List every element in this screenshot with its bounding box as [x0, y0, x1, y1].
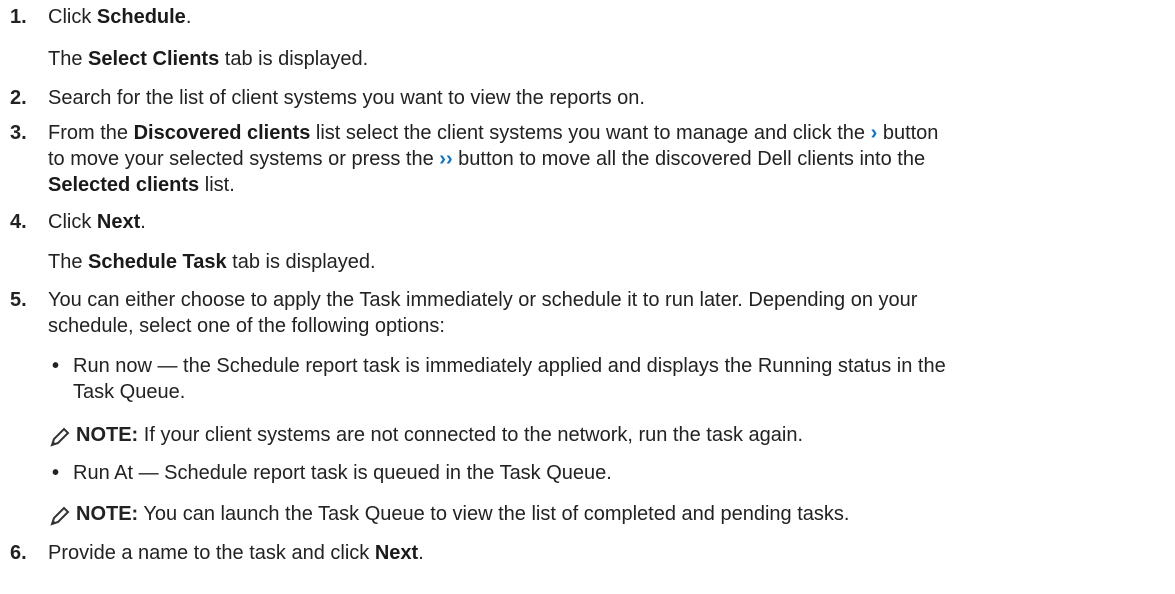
note: NOTE: If your client systems are not con…: [76, 423, 803, 447]
ui-term: Schedule Task: [88, 251, 227, 273]
step-number: 4.: [10, 211, 27, 233]
text: tab is displayed.: [226, 251, 376, 273]
step-text-continued: schedule, select one of the following op…: [48, 315, 445, 337]
ui-term: Selected clients: [48, 174, 200, 196]
step-number: 2.: [10, 87, 27, 109]
text: Click: [48, 211, 97, 233]
text: .: [418, 542, 424, 564]
step-number: 1.: [10, 6, 27, 28]
text: button to move all the discovered Dell c…: [452, 148, 926, 170]
ui-term: Schedule: [96, 6, 186, 28]
text: button: [877, 122, 939, 144]
text: Click: [48, 6, 97, 28]
step-number: 3.: [10, 122, 27, 144]
note-text: If your client systems are not connected…: [138, 424, 804, 446]
double-chevron-right-icon: ››: [439, 148, 453, 170]
step-number: 6.: [10, 542, 27, 564]
note-text: You can launch the Task Queue to view th…: [138, 503, 850, 525]
step-text-continued: Selected clients list.: [48, 173, 235, 197]
note: NOTE: You can launch the Task Queue to v…: [76, 502, 849, 526]
text: .: [185, 6, 192, 28]
note-label: NOTE:: [76, 424, 139, 446]
ui-term: Select Clients: [88, 48, 220, 70]
text: From the: [48, 122, 134, 144]
text: list.: [199, 174, 235, 196]
text: The: [48, 48, 89, 70]
text: The: [48, 251, 89, 273]
step-text: Click Next.: [48, 210, 146, 234]
pencil-note-icon: [50, 506, 70, 526]
note-label: NOTE:: [76, 503, 139, 525]
bullet: •: [52, 462, 60, 484]
ui-term: Next: [374, 542, 419, 564]
text: to move your selected systems or press t…: [48, 148, 440, 170]
option-run-at: Run At — Schedule report task is queued …: [73, 462, 612, 484]
step-text: From the Discovered clients list select …: [48, 121, 938, 145]
step-text: Click Schedule.: [48, 5, 191, 29]
step-number: 5.: [10, 289, 27, 311]
text: Provide a name to the task and click: [48, 542, 375, 564]
ui-term: Discovered clients: [133, 122, 311, 144]
step-text-continued: to move your selected systems or press t…: [48, 147, 925, 171]
text: tab is displayed.: [219, 48, 369, 70]
step-text: Provide a name to the task and click Nex…: [48, 541, 424, 565]
step-result: The Schedule Task tab is displayed.: [48, 250, 376, 274]
step-text: Search for the list of client systems yo…: [48, 87, 645, 109]
text: .: [140, 211, 146, 233]
pencil-note-icon: [50, 427, 70, 447]
option-run-now-continued: Task Queue.: [73, 381, 186, 403]
option-run-now: Run now — the Schedule report task is im…: [73, 355, 946, 377]
ui-term: Next: [96, 211, 141, 233]
step-text: You can either choose to apply the Task …: [48, 289, 918, 311]
bullet: •: [52, 355, 60, 377]
text: list select the client systems you want …: [310, 122, 871, 144]
step-result: The Select Clients tab is displayed.: [48, 47, 368, 71]
